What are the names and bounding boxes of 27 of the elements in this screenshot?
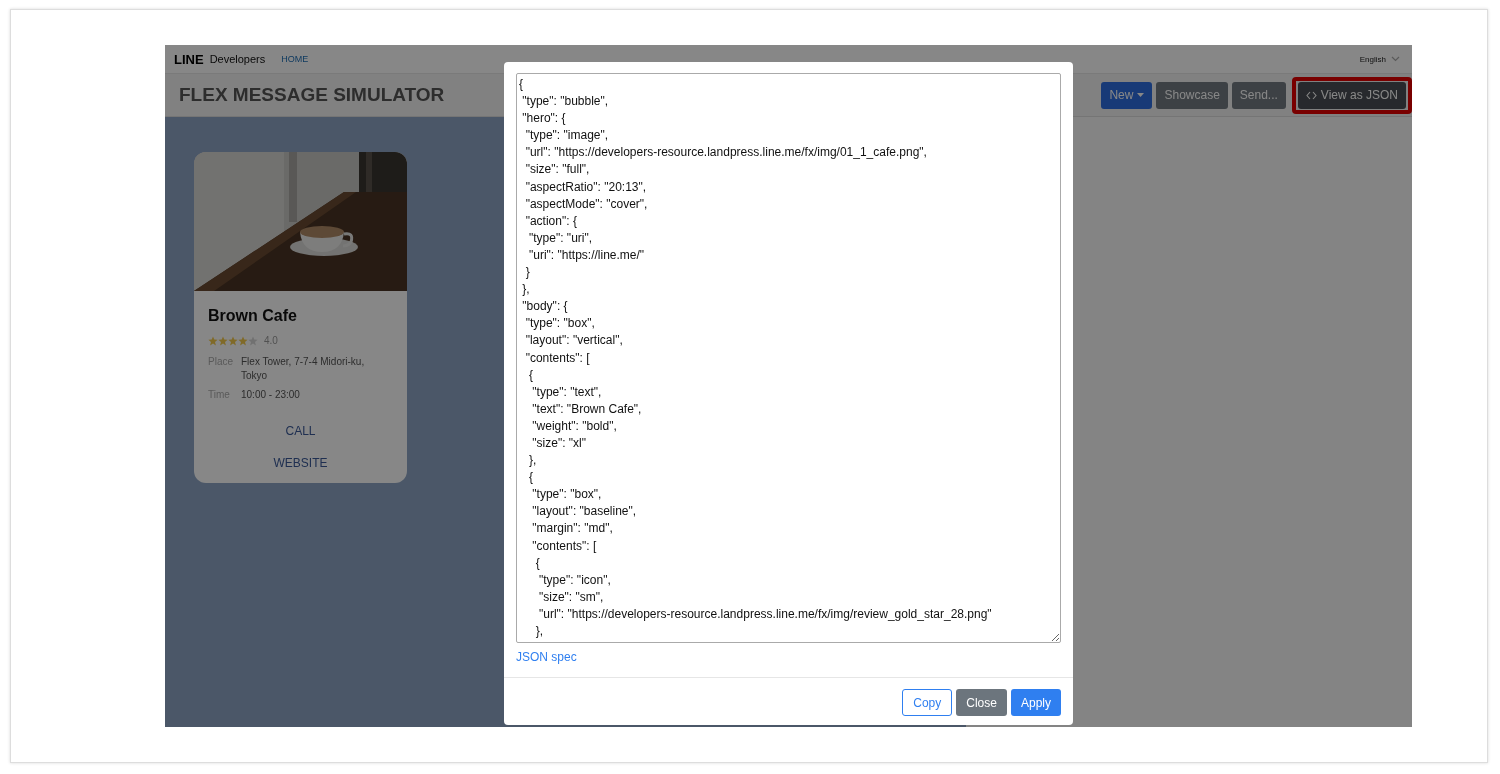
apply-button[interactable]: Apply	[1010, 689, 1061, 716]
action-link[interactable]: WEBSITE	[269, 454, 332, 472]
code-icon	[1305, 90, 1317, 100]
product-name: Developers	[209, 53, 266, 65]
language-selector[interactable]: English	[1359, 54, 1400, 64]
star-icon	[208, 335, 218, 346]
json-editor[interactable]: { "type": "bubble", "hero": { "type": "image", "url": "https://developers-resource.landpress.line.me/fx/img/01_1_cafe.png", "size": "full", "aspectRatio": "20:13", "aspectMode": "cover", "action": { "type": "uri", "uri": "https://line.me/" } }, "body": { "type": "box", "layout": "vertical", "contents": [ { "type": "text", "text": "Brown Cafe", "weight": "bold", "size": "xl" }, { "type": "box", "layout": "baseline", "margin": "md", "contents": [ { "type": "icon", "size": "sm", "url": "https://developers-resource.landpress.line.me/fx/img/review_gold_star_28.png" },	[516, 73, 1061, 643]
brand-logo: LINE	[174, 51, 204, 67]
caret-icon	[1137, 93, 1145, 97]
star-icon	[228, 335, 238, 346]
star-icon	[218, 335, 228, 346]
home-link[interactable]: HOME	[281, 54, 309, 64]
view-json-button[interactable]: View as JSON	[1297, 81, 1406, 109]
close-button[interactable]: Close	[956, 689, 1007, 716]
detail-value: Flex Tower, 7-7-4 Midori-ku, Tokyo	[241, 355, 366, 383]
star-icon	[238, 335, 248, 346]
new-button[interactable]: New	[1101, 81, 1153, 109]
cafe-name: Brown Cafe	[208, 307, 298, 325]
action-link[interactable]: CALL	[281, 422, 320, 440]
toolbar-button[interactable]: Showcase	[1156, 81, 1228, 109]
json-spec-link[interactable]: JSON spec	[516, 650, 577, 664]
star-icon	[248, 335, 258, 346]
toolbar-button[interactable]: Send...	[1231, 81, 1286, 109]
detail-value: 10:00 - 23:00	[241, 388, 301, 402]
copy-button[interactable]: Copy	[902, 689, 953, 716]
page-title: FLEX MESSAGE SIMULATOR	[179, 84, 445, 106]
chevron-icon	[1391, 56, 1400, 62]
